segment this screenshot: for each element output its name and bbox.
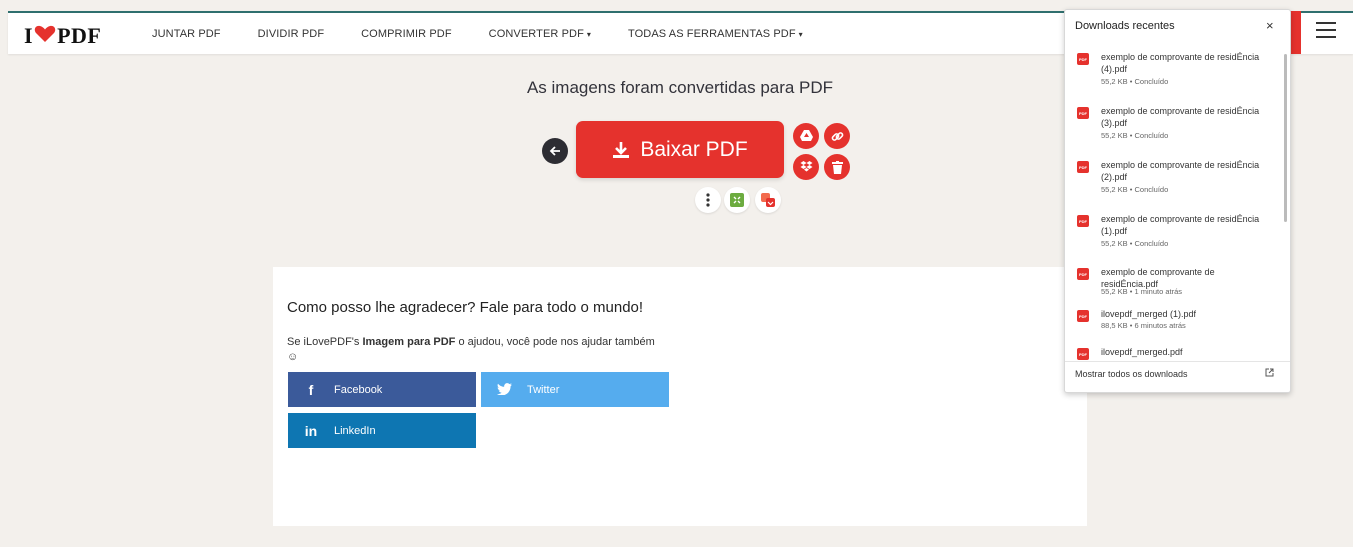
download-item[interactable]: PDF exemplo de comprovante de residÉncia…	[1077, 105, 1277, 153]
more-vertical-icon	[706, 193, 710, 207]
copy-link-button[interactable]	[824, 123, 850, 149]
heart-icon	[34, 24, 56, 49]
facebook-share-button[interactable]: f Facebook	[288, 372, 476, 407]
nav-juntar-pdf[interactable]: JUNTAR PDF	[152, 28, 221, 40]
facebook-label: Facebook	[334, 383, 383, 396]
download-item-meta: 55,2 KB • Concluído	[1101, 77, 1169, 86]
share-text: Se iLovePDF's Imagem para PDF o ajudou, …	[287, 335, 679, 365]
twitter-label: Twitter	[527, 383, 560, 396]
convert-icon	[761, 193, 775, 207]
download-item-name: ilovepdf_merged.pdf	[1101, 347, 1183, 357]
linkedin-icon: in	[304, 422, 318, 439]
pdf-file-icon: PDF	[1077, 107, 1089, 119]
google-drive-icon	[799, 130, 813, 141]
pdf-file-icon: PDF	[1077, 53, 1089, 65]
link-icon	[831, 131, 843, 141]
facebook-icon: f	[308, 381, 314, 398]
nav-converter-pdf[interactable]: CONVERTER PDF ▾	[489, 28, 591, 40]
share-text-after: o ajudou, você pode nos ajudar também	[455, 336, 655, 348]
arrow-left-icon	[549, 146, 560, 156]
convert-tool-button[interactable]	[755, 187, 781, 213]
pdf-file-icon: PDF	[1077, 161, 1089, 173]
download-item-name: ilovepdf_merged (1).pdf	[1101, 309, 1197, 319]
nav-dividir-pdf[interactable]: DIVIDIR PDF	[258, 28, 325, 40]
hamburger-menu-icon[interactable]	[1316, 22, 1336, 40]
twitter-icon	[481, 382, 527, 398]
download-item-meta: 88,5 KB • 6 minutos atrás	[1101, 321, 1186, 330]
more-options-button[interactable]	[695, 187, 721, 213]
share-text-before: Se iLovePDF's	[287, 336, 363, 348]
download-item[interactable]: PDF exemplo de comprovante de residÉncia…	[1077, 266, 1277, 306]
download-item[interactable]: PDF ilovepdf_merged (1).pdf 88,5 KB • 6 …	[1077, 308, 1277, 334]
logo-text-pdf: PDF	[57, 23, 102, 48]
linkedin-label: LinkedIn	[334, 424, 376, 437]
tool-name: Imagem para PDF	[362, 336, 456, 348]
download-item[interactable]: PDF exemplo de comprovante de residÉncia…	[1077, 213, 1277, 261]
dropbox-icon	[800, 161, 812, 172]
linkedin-share-button[interactable]: in LinkedIn	[288, 413, 476, 448]
share-card: Como posso lhe agradecer? Fale para todo…	[273, 267, 1087, 526]
download-item-meta: 55,2 KB • Concluído	[1101, 185, 1169, 194]
dropbox-button[interactable]	[793, 154, 819, 180]
trash-icon	[831, 160, 843, 174]
download-item[interactable]: PDF exemplo de comprovante de residÉncia…	[1077, 159, 1277, 207]
download-item-name: exemplo de comprovante de residÉncia (1)…	[1101, 214, 1260, 236]
nav-todas-ferramentas[interactable]: TODAS AS FERRAMENTAS PDF ▾	[628, 28, 803, 40]
pdf-file-icon: PDF	[1077, 215, 1089, 227]
logo-text-i: I	[24, 23, 34, 48]
downloads-scrollbar[interactable]	[1284, 54, 1287, 222]
downloads-popup: Downloads recentes × PDF exemplo de comp…	[1064, 9, 1291, 393]
external-link-icon[interactable]	[1265, 368, 1274, 380]
compress-pdf-tool-button[interactable]	[724, 187, 750, 213]
show-all-downloads-link[interactable]: Mostrar todos os downloads	[1075, 369, 1188, 379]
main-nav: JUNTAR PDF DIVIDIR PDF COMPRIMIR PDF CON…	[152, 13, 840, 54]
red-accent-tab	[1290, 11, 1301, 54]
divider	[1065, 361, 1290, 362]
download-item[interactable]: PDF ilovepdf_merged.pdf	[1077, 346, 1277, 360]
download-item-name: exemplo de comprovante de residÉncia (2)…	[1101, 160, 1260, 182]
close-icon[interactable]: ×	[1266, 18, 1274, 33]
pdf-file-icon: PDF	[1077, 348, 1089, 360]
ilovepdf-logo[interactable]: I PDF	[24, 23, 101, 49]
share-heading: Como posso lhe agradecer? Fale para todo…	[287, 299, 644, 316]
download-pdf-button[interactable]: Baixar PDF	[576, 121, 784, 178]
download-item[interactable]: PDF exemplo de comprovante de residÉncia…	[1077, 51, 1277, 99]
download-label: Baixar PDF	[640, 137, 748, 161]
nav-comprimir-pdf[interactable]: COMPRIMIR PDF	[361, 28, 452, 40]
twitter-share-button[interactable]: Twitter	[481, 372, 669, 407]
nav-todas-label: TODAS AS FERRAMENTAS PDF	[628, 27, 796, 40]
compress-icon	[730, 193, 744, 207]
download-item-meta: 55,2 KB • Concluído	[1101, 239, 1169, 248]
caret-down-icon: ▾	[798, 29, 803, 39]
google-drive-button[interactable]	[793, 123, 819, 149]
page-title: As imagens foram convertidas para PDF	[526, 78, 834, 97]
nav-converter-label: CONVERTER PDF	[488, 27, 584, 40]
download-item-name: exemplo de comprovante de residÉncia (4)…	[1101, 52, 1260, 74]
download-icon	[612, 141, 630, 159]
smile-icon: ☺	[287, 351, 299, 363]
download-item-name: exemplo de comprovante de residÉncia (3)…	[1101, 106, 1260, 128]
delete-button[interactable]	[824, 154, 850, 180]
caret-down-icon: ▾	[586, 29, 592, 39]
download-item-meta: 55,2 KB • 1 minuto atrás	[1101, 287, 1183, 296]
back-arrow-button[interactable]	[542, 138, 568, 164]
downloads-title: Downloads recentes	[1075, 20, 1175, 32]
pdf-file-icon: PDF	[1077, 310, 1089, 322]
pdf-file-icon: PDF	[1077, 268, 1089, 280]
download-item-meta: 55,2 KB • Concluído	[1101, 131, 1169, 140]
